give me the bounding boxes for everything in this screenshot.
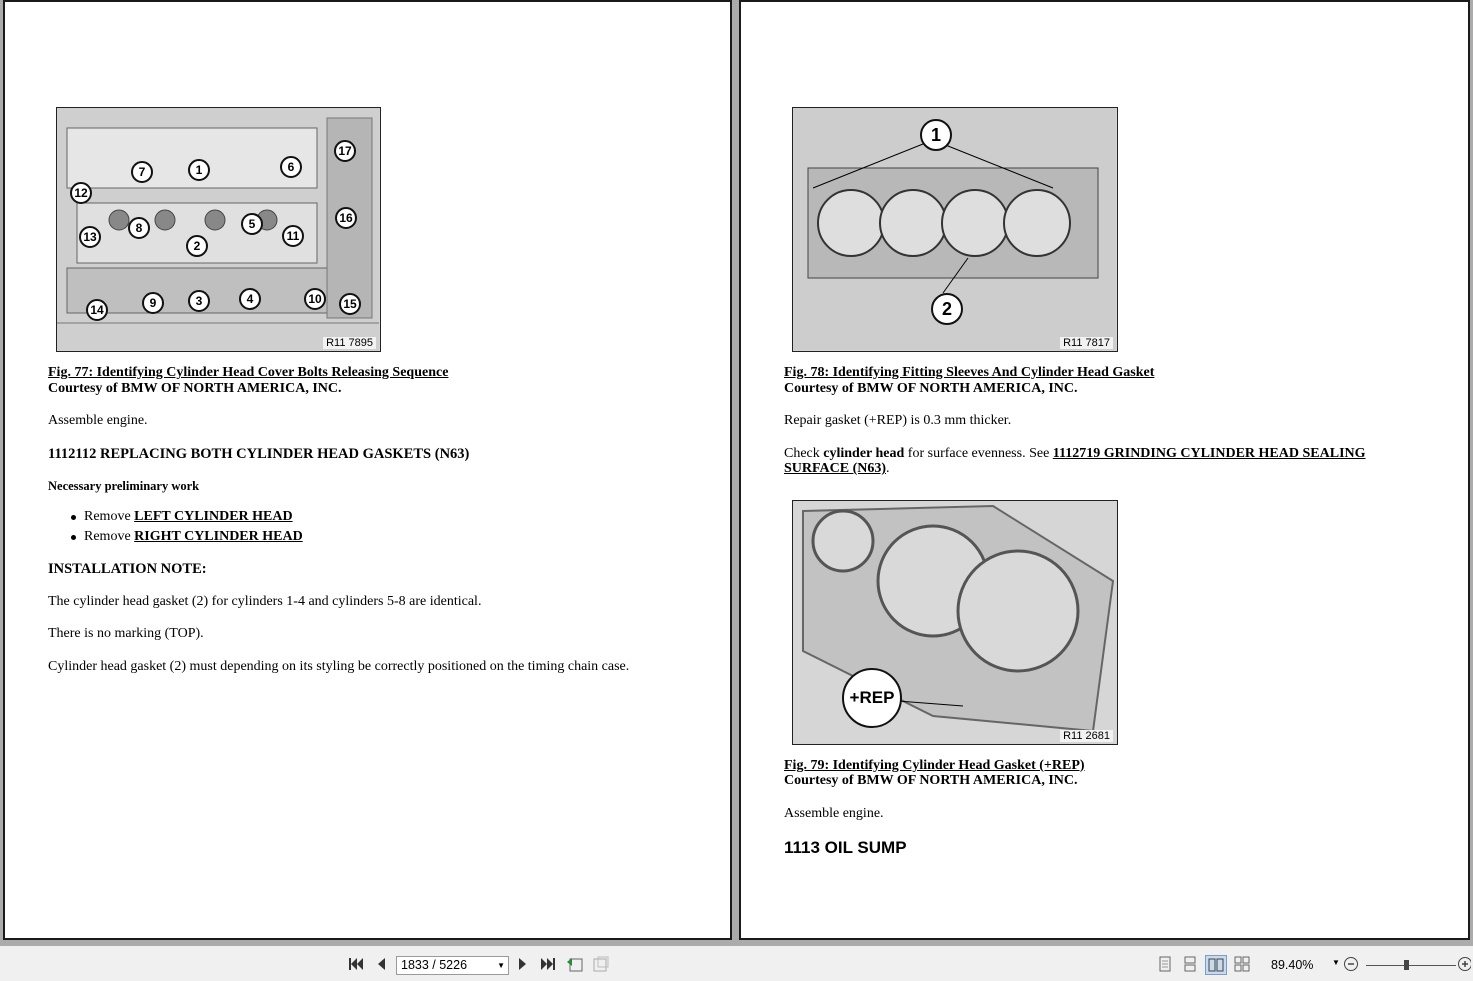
- last-page-icon[interactable]: [539, 955, 557, 973]
- fig77-callout-4: 4: [239, 288, 261, 310]
- paragraph-positioning: Cylinder head gasket (2) must depending …: [48, 659, 630, 674]
- go-forward-icon[interactable]: [592, 955, 610, 973]
- zoom-out-icon[interactable]: [1342, 955, 1360, 973]
- link-grinding-cylinder-head[interactable]: 1112719 GRINDING CYLINDER HEAD SEALING: [1053, 446, 1366, 461]
- fig77-callout-2: 2: [186, 235, 208, 257]
- fig77-callout-6: 6: [280, 156, 302, 178]
- paragraph-assemble: Assemble engine.: [48, 413, 148, 428]
- page-number-field[interactable]: 1833 / 5226 ▼: [396, 956, 509, 975]
- bullet-dot: [71, 515, 76, 520]
- paragraph-check-surface: Check cylinder head for surface evenness…: [784, 446, 1366, 461]
- continuous-icon[interactable]: [1181, 955, 1199, 973]
- single-page-icon[interactable]: [1156, 955, 1174, 973]
- fig77-callout-9: 9: [142, 292, 164, 314]
- fig79-courtesy: Courtesy of BMW OF NORTH AMERICA, INC.: [784, 773, 1078, 788]
- prev-page-icon[interactable]: [372, 955, 390, 973]
- fig77-courtesy: Courtesy of BMW OF NORTH AMERICA, INC.: [48, 381, 342, 396]
- fig77-image-id: R11 7895: [323, 337, 376, 349]
- left-page: R11 7895 Fig. 77: Identifying Cylinder H…: [3, 0, 732, 940]
- fig77-caption[interactable]: Fig. 77: Identifying Cylinder Head Cover…: [48, 365, 448, 381]
- fig77-callout-7: 7: [131, 161, 153, 183]
- fig79-image: R11 2681: [792, 500, 1118, 745]
- zoom-slider[interactable]: [1366, 965, 1456, 966]
- bullet-item: Remove RIGHT CYLINDER HEAD: [84, 529, 303, 544]
- fig77-callout-5: 5: [241, 213, 263, 235]
- paragraph-gasket-identical: The cylinder head gasket (2) for cylinde…: [48, 594, 482, 609]
- fig77-callout-13: 13: [79, 226, 101, 248]
- fig77-callout-10: 10: [304, 288, 326, 310]
- page-dropdown-icon[interactable]: ▼: [497, 957, 505, 974]
- fig78-image-id: R11 7817: [1060, 337, 1113, 349]
- fig79-image-id: R11 2681: [1060, 730, 1113, 742]
- zoom-level[interactable]: 89.40%: [1271, 958, 1313, 972]
- right-page: R11 7817 Fig. 78: Identifying Fitting Sl…: [739, 0, 1470, 940]
- fig78-callout-2: 2: [931, 293, 963, 325]
- paragraph-repair-gasket: Repair gasket (+REP) is 0.3 mm thicker.: [784, 413, 1012, 428]
- fig77-callout-8: 8: [128, 217, 150, 239]
- paragraph-no-marking: There is no marking (TOP).: [48, 626, 204, 641]
- viewer-toolbar: 1833 / 5226 ▼ 89.40% ▼: [0, 946, 1473, 981]
- fig77-callout-16: 16: [335, 207, 357, 229]
- bullet-item: Remove LEFT CYLINDER HEAD: [84, 509, 293, 524]
- fig77-callout-14: 14: [86, 299, 108, 321]
- zoom-slider-thumb[interactable]: [1404, 960, 1409, 970]
- link-grinding-cylinder-head-cont[interactable]: SURFACE (N63): [784, 461, 886, 476]
- gasket-illustration: [793, 501, 1116, 743]
- fig77-callout-15: 15: [339, 293, 361, 315]
- fig77-callout-12: 12: [70, 182, 92, 204]
- bullet-dot: [71, 535, 76, 540]
- fig79-callout-rep: +REP: [842, 668, 902, 728]
- go-back-icon[interactable]: [566, 955, 584, 973]
- first-page-icon[interactable]: [347, 955, 365, 973]
- link-left-cylinder-head[interactable]: LEFT CYLINDER HEAD: [134, 509, 292, 524]
- section-heading: 1112112 REPLACING BOTH CYLINDER HEAD GAS…: [48, 446, 470, 462]
- link-right-cylinder-head[interactable]: RIGHT CYLINDER HEAD: [134, 529, 303, 544]
- page-indicator: 1833 / 5226: [401, 958, 468, 972]
- fig78-callout-1: 1: [920, 119, 952, 151]
- fig77-callout-17: 17: [334, 140, 356, 162]
- paragraph-assemble: Assemble engine.: [784, 806, 884, 821]
- paragraph-check-surface-cont: SURFACE (N63).: [784, 461, 890, 476]
- prelim-heading: Necessary preliminary work: [48, 479, 200, 493]
- fig77-callout-3: 3: [188, 290, 210, 312]
- section-heading-oil-sump: 1113 OIL SUMP: [784, 838, 907, 857]
- two-page-continuous-icon[interactable]: [1233, 955, 1251, 973]
- installation-note-heading: INSTALLATION NOTE:: [48, 561, 207, 577]
- fig79-caption[interactable]: Fig. 79: Identifying Cylinder Head Gaske…: [784, 758, 1085, 774]
- fig77-callout-1: 1: [188, 159, 210, 181]
- next-page-icon[interactable]: [514, 955, 532, 973]
- zoom-dropdown-icon[interactable]: ▼: [1332, 958, 1340, 967]
- fig78-courtesy: Courtesy of BMW OF NORTH AMERICA, INC.: [784, 381, 1078, 396]
- two-page-icon[interactable]: [1205, 955, 1227, 975]
- zoom-in-icon[interactable]: [1457, 955, 1471, 973]
- fig78-caption[interactable]: Fig. 78: Identifying Fitting Sleeves And…: [784, 365, 1154, 381]
- fig77-callout-11: 11: [282, 225, 304, 247]
